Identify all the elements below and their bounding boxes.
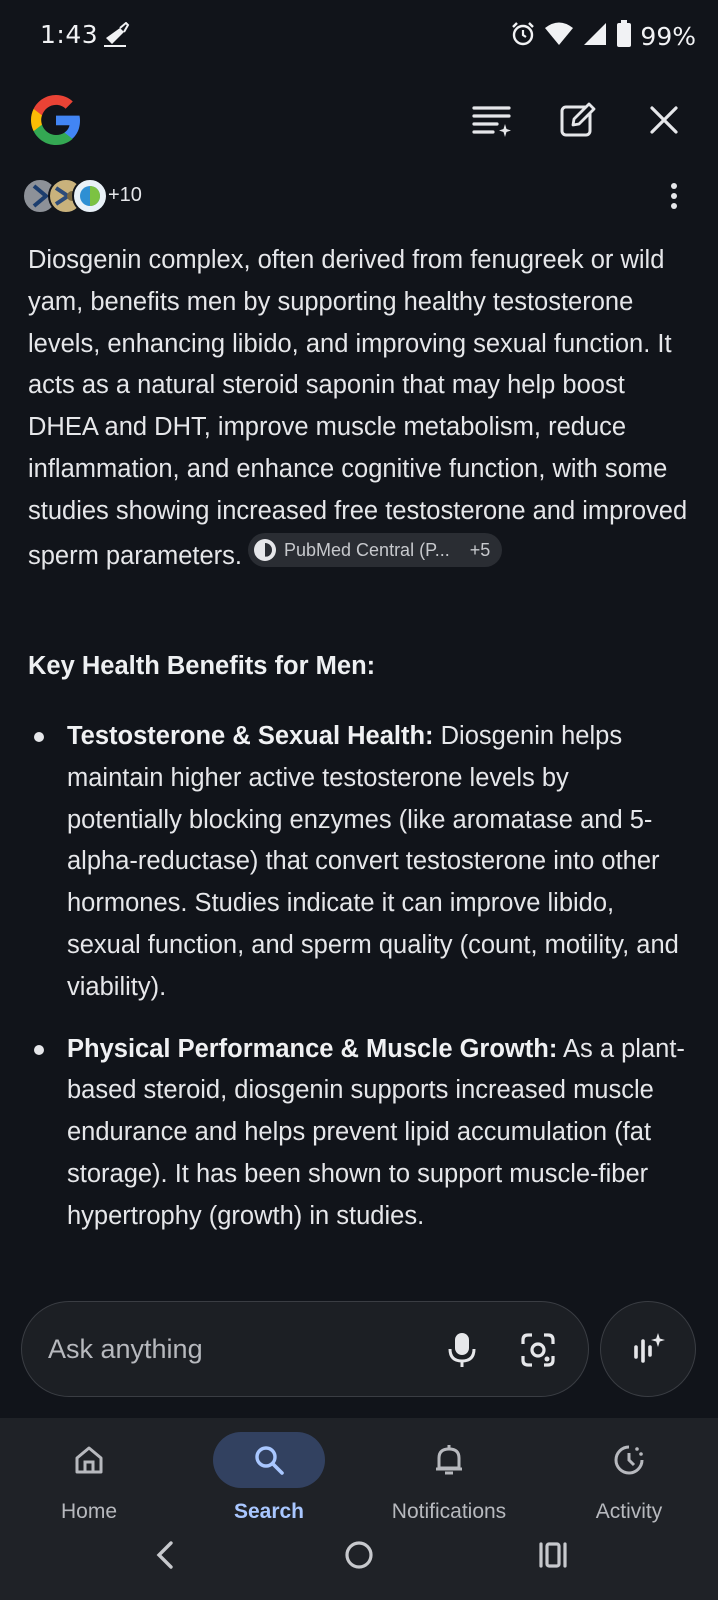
more-options-icon[interactable] [656,178,692,214]
ai-answer: Diosgenin complex, often derived from fe… [28,240,688,577]
bullet-title: Physical Performance & Muscle Growth: [67,1034,558,1063]
bell-icon [393,1432,505,1488]
status-time: 1:43 [40,20,99,49]
bullet-text: Diosgenin helps maintain higher active t… [67,722,679,1001]
status-bar: 1:43 99% [0,0,718,70]
bullet-title: Testosterone & Sexual Health: [67,722,434,750]
close-button[interactable] [640,96,688,144]
benefits-list: Testosterone & Sexual Health: Diosgenin … [28,716,688,1258]
citation-more-count: +5 [469,539,491,560]
bullet-text: As a plant-based steroid, diosgenin supp… [67,1034,685,1230]
sources-row[interactable]: +10 [22,178,698,216]
back-icon[interactable] [140,1530,190,1580]
signal-icon [582,21,608,52]
source-favicon-icon [72,178,108,214]
answer-text: Diosgenin complex, often derived from fe… [28,246,688,570]
lens-icon[interactable] [514,1326,562,1374]
list-item: Testosterone & Sexual Health: Diosgenin … [28,716,688,1009]
section-heading: Key Health Benefits for Men: [28,652,376,680]
top-bar [0,82,718,158]
ask-input[interactable] [48,1326,408,1372]
bottom-nav: Home Search Notifications Activity [0,1418,718,1600]
home-icon [33,1432,145,1488]
pubmed-icon [254,538,276,561]
ask-box [21,1301,589,1397]
google-logo[interactable] [28,92,84,148]
system-nav [0,1518,718,1598]
cleaning-notification-icon [102,21,130,53]
alarm-icon [510,21,536,52]
home-circle-icon[interactable] [334,1530,384,1580]
bullet-icon [34,1044,44,1055]
battery-percent: 99% [640,22,696,51]
list-item: Physical Performance & Muscle Growth: As… [28,1029,688,1238]
citation-chip[interactable]: PubMed Central (P... +5 [248,532,503,567]
source-count: +10 [108,184,142,206]
citation-label: PubMed Central (P... [284,539,450,560]
history-list-button[interactable] [468,96,516,144]
battery-icon [616,20,632,53]
mic-icon[interactable] [438,1326,486,1374]
answer-paragraph: Diosgenin complex, often derived from fe… [28,240,688,577]
recents-icon[interactable] [528,1530,578,1580]
new-chat-button[interactable] [554,96,602,144]
activity-icon [573,1432,685,1488]
voice-mode-button[interactable] [600,1301,696,1397]
search-icon [213,1432,325,1488]
bullet-icon [34,732,44,742]
wifi-icon [544,21,574,52]
